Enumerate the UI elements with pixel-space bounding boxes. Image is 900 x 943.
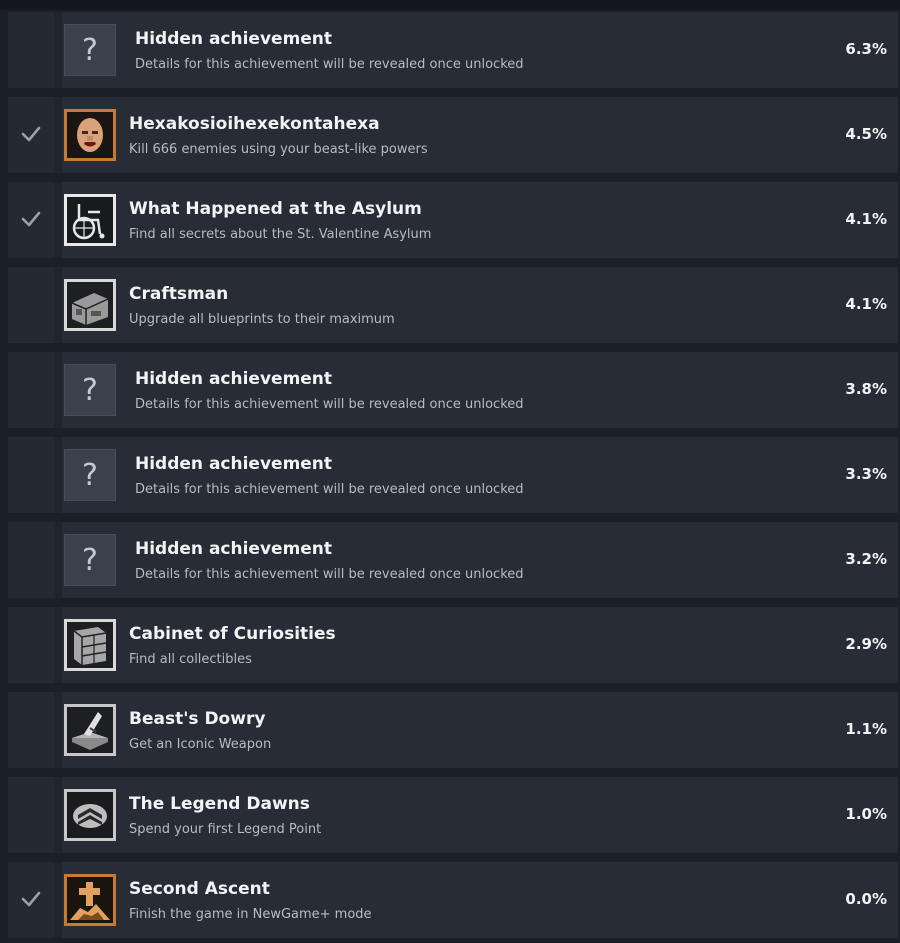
- question-mark-icon: ?: [64, 24, 116, 76]
- question-mark-glyph: ?: [64, 534, 116, 586]
- achievements-list: ? Hidden achievement Details for this achi…: [0, 0, 900, 943]
- achievement-row[interactable]: The Legend Dawns Spend your first Legend …: [8, 777, 898, 853]
- row-divider: [54, 12, 62, 88]
- unlock-status-column: [8, 862, 54, 938]
- question-mark-icon: ?: [64, 364, 116, 416]
- achievement-description: Upgrade all blueprints to their maximum: [129, 312, 395, 327]
- achievement-title: The Legend Dawns: [129, 794, 310, 814]
- achievement-title: Beast's Dowry: [129, 709, 266, 729]
- achievement-title: Hidden achievement: [135, 29, 333, 49]
- row-divider: [54, 182, 62, 258]
- workbench-icon: [64, 279, 116, 331]
- unlock-percentage: 1.0%: [845, 805, 887, 823]
- unlock-status-column: [8, 97, 54, 173]
- question-mark-glyph: ?: [64, 24, 116, 76]
- achievement-row[interactable]: ? Hidden achievement Details for this achi…: [8, 522, 898, 598]
- row-divider: [54, 97, 62, 173]
- achievement-description: Details for this achievement will be rev…: [135, 57, 524, 72]
- unlock-status-column: [8, 692, 54, 768]
- weapon-chest-icon: [64, 704, 116, 756]
- wheelchair-icon: [64, 194, 116, 246]
- row-divider: [54, 352, 62, 428]
- achievement-description: Details for this achievement will be rev…: [135, 397, 524, 412]
- row-divider: [54, 267, 62, 343]
- achievement-description: Find all secrets about the St. Valentine…: [129, 227, 432, 242]
- checkmark-icon: [20, 888, 42, 910]
- achievement-title: Second Ascent: [129, 879, 270, 899]
- achievement-row[interactable]: Second Ascent Finish the game in NewGame+…: [8, 862, 898, 938]
- achievement-title: Cabinet of Curiosities: [129, 624, 336, 644]
- row-divider: [54, 522, 62, 598]
- row-divider: [54, 607, 62, 683]
- row-divider: [54, 862, 62, 938]
- unlock-percentage: 1.1%: [845, 720, 887, 738]
- unlock-percentage: 3.2%: [845, 550, 887, 568]
- unlock-percentage: 3.3%: [845, 465, 887, 483]
- achievement-title: Hidden achievement: [135, 454, 333, 474]
- achievement-title: Hidden achievement: [135, 369, 333, 389]
- achievement-row[interactable]: ? Hidden achievement Details for this achi…: [8, 437, 898, 513]
- checkmark-icon: [20, 208, 42, 230]
- unlock-status-column: [8, 607, 54, 683]
- achievement-title: Hexakosioihexekontahexa: [129, 114, 380, 134]
- grave-cross-icon: [64, 874, 116, 926]
- achievement-description: Details for this achievement will be rev…: [135, 482, 524, 497]
- achievement-description: Find all collectibles: [129, 652, 252, 667]
- achievement-row[interactable]: What Happened at the Asylum Find all secr…: [8, 182, 898, 258]
- achievement-row[interactable]: ? Hidden achievement Details for this achi…: [8, 12, 898, 88]
- bald-face-icon: [64, 109, 116, 161]
- rank-chevron-icon: [64, 789, 116, 841]
- unlock-percentage: 0.0%: [845, 890, 887, 908]
- unlock-status-column: [8, 777, 54, 853]
- achievement-title: Hidden achievement: [135, 539, 333, 559]
- unlock-status-column: [8, 437, 54, 513]
- question-mark-icon: ?: [64, 449, 116, 501]
- achievement-description: Finish the game in NewGame+ mode: [129, 907, 372, 922]
- achievement-row[interactable]: Cabinet of Curiosities Find all collectib…: [8, 607, 898, 683]
- achievement-row[interactable]: Beast's Dowry Get an Iconic Weapon 1.1%: [8, 692, 898, 768]
- unlock-percentage: 4.1%: [845, 210, 887, 228]
- achievement-title: What Happened at the Asylum: [129, 199, 422, 219]
- unlock-percentage: 4.5%: [845, 125, 887, 143]
- row-divider: [54, 692, 62, 768]
- question-mark-glyph: ?: [64, 449, 116, 501]
- unlock-status-column: [8, 182, 54, 258]
- achievement-row[interactable]: Craftsman Upgrade all blueprints to their…: [8, 267, 898, 343]
- achievement-row[interactable]: Hexakosioihexekontahexa Kill 666 enemies …: [8, 97, 898, 173]
- achievement-description: Kill 666 enemies using your beast-like p…: [129, 142, 428, 157]
- achievement-description: Spend your first Legend Point: [129, 822, 322, 837]
- achievement-row[interactable]: ? Hidden achievement Details for this achi…: [8, 352, 898, 428]
- unlock-percentage: 2.9%: [845, 635, 887, 653]
- question-mark-icon: ?: [64, 534, 116, 586]
- unlock-percentage: 4.1%: [845, 295, 887, 313]
- unlock-status-column: [8, 12, 54, 88]
- top-edge: [0, 0, 900, 10]
- unlock-status-column: [8, 352, 54, 428]
- row-divider: [54, 777, 62, 853]
- achievement-description: Get an Iconic Weapon: [129, 737, 272, 752]
- checkmark-icon: [20, 123, 42, 145]
- unlock-status-column: [8, 267, 54, 343]
- cabinet-icon: [64, 619, 116, 671]
- question-mark-glyph: ?: [64, 364, 116, 416]
- unlock-percentage: 6.3%: [845, 40, 887, 58]
- row-divider: [54, 437, 62, 513]
- achievement-title: Craftsman: [129, 284, 229, 304]
- unlock-status-column: [8, 522, 54, 598]
- achievement-description: Details for this achievement will be rev…: [135, 567, 524, 582]
- unlock-percentage: 3.8%: [845, 380, 887, 398]
